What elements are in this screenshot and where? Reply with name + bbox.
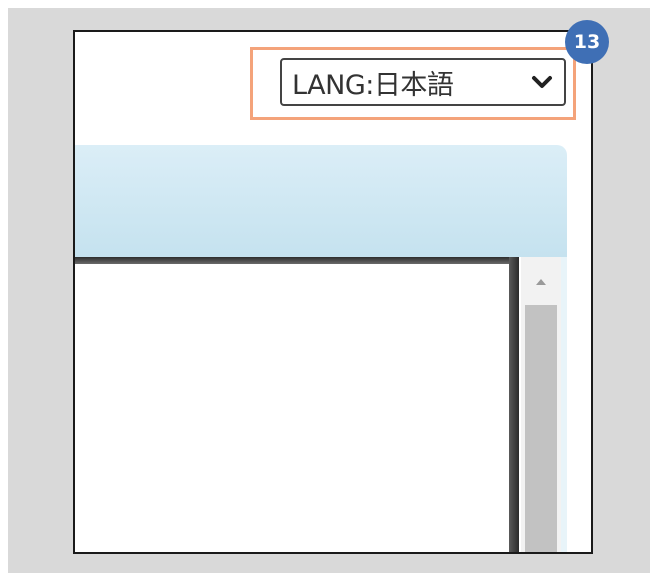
- scroll-up-arrow-icon: [536, 279, 546, 285]
- scroll-up-button[interactable]: [521, 267, 561, 297]
- scrollbar-thumb[interactable]: [525, 305, 557, 552]
- content-panel: [75, 264, 507, 552]
- language-dropdown-label: LANG:日本語: [292, 69, 454, 101]
- panel-right-border: [509, 257, 519, 552]
- language-dropdown[interactable]: LANG:日本語: [280, 58, 566, 106]
- step-number-badge: 13: [565, 20, 609, 64]
- vertical-scrollbar[interactable]: [521, 257, 561, 552]
- panel-top-border: [75, 257, 509, 264]
- header-bar: [75, 145, 567, 257]
- scrollbar-margin: [561, 257, 567, 552]
- chevron-down-icon: [530, 70, 554, 94]
